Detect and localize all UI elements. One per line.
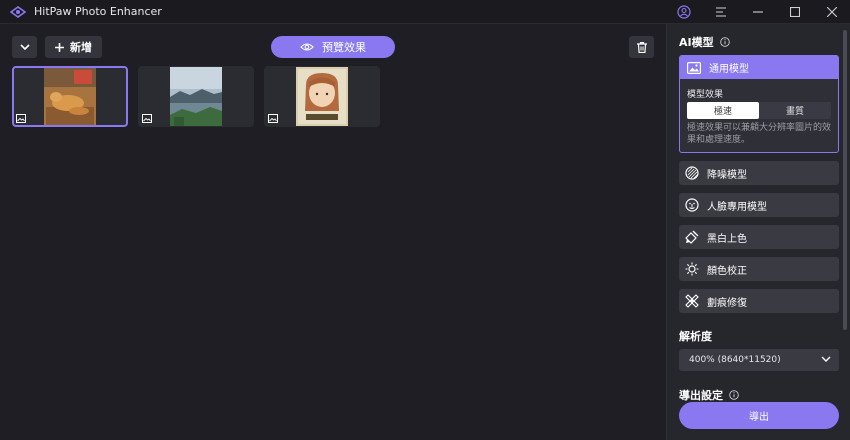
image-icon	[142, 114, 152, 123]
minimize-button[interactable]	[739, 0, 776, 24]
resolution-title: 解析度	[679, 330, 712, 343]
add-button[interactable]: 新增	[45, 36, 102, 58]
trash-icon	[636, 41, 647, 53]
account-button[interactable]	[665, 0, 702, 24]
model-item-label: 顏色校正	[707, 265, 747, 277]
workspace: 新增 預覽效果	[0, 24, 666, 440]
image-icon	[268, 114, 278, 123]
bandage-icon	[685, 294, 699, 308]
eye-icon	[300, 43, 314, 51]
general-model-header[interactable]: 通用模型	[680, 56, 838, 79]
dog-photo	[44, 68, 96, 125]
info-icon[interactable]	[729, 390, 739, 400]
menu-icon	[715, 7, 726, 17]
denoise-icon	[685, 166, 699, 180]
output-settings-title: 導出設定	[679, 387, 739, 403]
user-icon	[676, 5, 691, 19]
model-item-label: 黑白上色	[707, 233, 747, 245]
settings-panel: AI模型 通用模型 模型效果 極速 畫質 極速效果可以兼顧大分辨率圖片的效果和處…	[666, 24, 850, 440]
ai-model-title: AI模型	[679, 34, 730, 50]
resolution-value: 400% (8640*11520)	[689, 355, 781, 365]
model-item-label: 降噪模型	[707, 169, 747, 181]
thumbnail-portrait[interactable]	[264, 66, 380, 127]
model-item-label: 人臉專用模型	[707, 201, 767, 213]
export-button[interactable]: 導出	[679, 402, 839, 429]
image-icon	[16, 114, 26, 123]
general-model-label: 通用模型	[709, 64, 749, 75]
model-item-face[interactable]: 人臉專用模型	[679, 193, 839, 217]
thumbnail-dog[interactable]	[12, 66, 128, 127]
general-model-card[interactable]: 通用模型 模型效果 極速 畫質 極速效果可以兼顧大分辨率圖片的效果和處理速度。	[679, 55, 839, 153]
sun-icon	[685, 262, 699, 276]
effect-option-quality[interactable]: 畫質	[759, 102, 831, 119]
chevron-down-icon	[821, 356, 831, 362]
maximize-button[interactable]	[776, 0, 813, 24]
thumbnail-landscape[interactable]	[138, 66, 254, 127]
add-button-label: 新增	[70, 41, 92, 54]
model-item-colorize[interactable]: 黑白上色	[679, 225, 839, 249]
model-item-label: 劃痕修復	[707, 297, 747, 309]
face-icon	[685, 198, 699, 212]
app-logo-icon	[10, 5, 26, 18]
close-icon	[826, 7, 837, 17]
image-model-icon	[687, 61, 701, 74]
chevron-down-icon	[19, 44, 30, 50]
effect-option-fast[interactable]: 極速	[687, 102, 759, 119]
model-item-color-correction[interactable]: 顏色校正	[679, 257, 839, 281]
panel-scrollbar[interactable]	[843, 30, 847, 330]
landscape-photo	[170, 67, 222, 126]
resolution-select[interactable]: 400% (8640*11520)	[679, 349, 839, 371]
model-effect-label: 模型效果	[687, 90, 724, 100]
info-icon[interactable]	[719, 37, 730, 47]
ai-model-title-text: AI模型	[679, 36, 714, 49]
minimize-icon	[752, 11, 763, 13]
app-title: HitPaw Photo Enhancer	[34, 5, 162, 18]
output-settings-title-text: 導出設定	[679, 389, 723, 402]
model-effect-toggle[interactable]: 極速 畫質	[687, 102, 831, 119]
model-description: 極速效果可以兼顧大分辨率圖片的效果和處理速度。	[687, 123, 832, 145]
model-item-denoise[interactable]: 降噪模型	[679, 161, 839, 185]
delete-button[interactable]	[629, 36, 654, 58]
close-button[interactable]	[813, 0, 850, 24]
collapse-button[interactable]	[12, 36, 37, 58]
preview-button[interactable]: 預覽效果	[271, 36, 395, 58]
paint-roller-icon	[685, 230, 699, 244]
maximize-icon	[789, 7, 800, 17]
plus-icon	[55, 42, 64, 52]
portrait-photo	[296, 67, 348, 126]
menu-button[interactable]	[702, 0, 739, 24]
preview-button-label: 預覽效果	[322, 41, 366, 54]
model-item-scratch-repair[interactable]: 劃痕修復	[679, 289, 839, 313]
title-bar: HitPaw Photo Enhancer	[0, 0, 850, 24]
